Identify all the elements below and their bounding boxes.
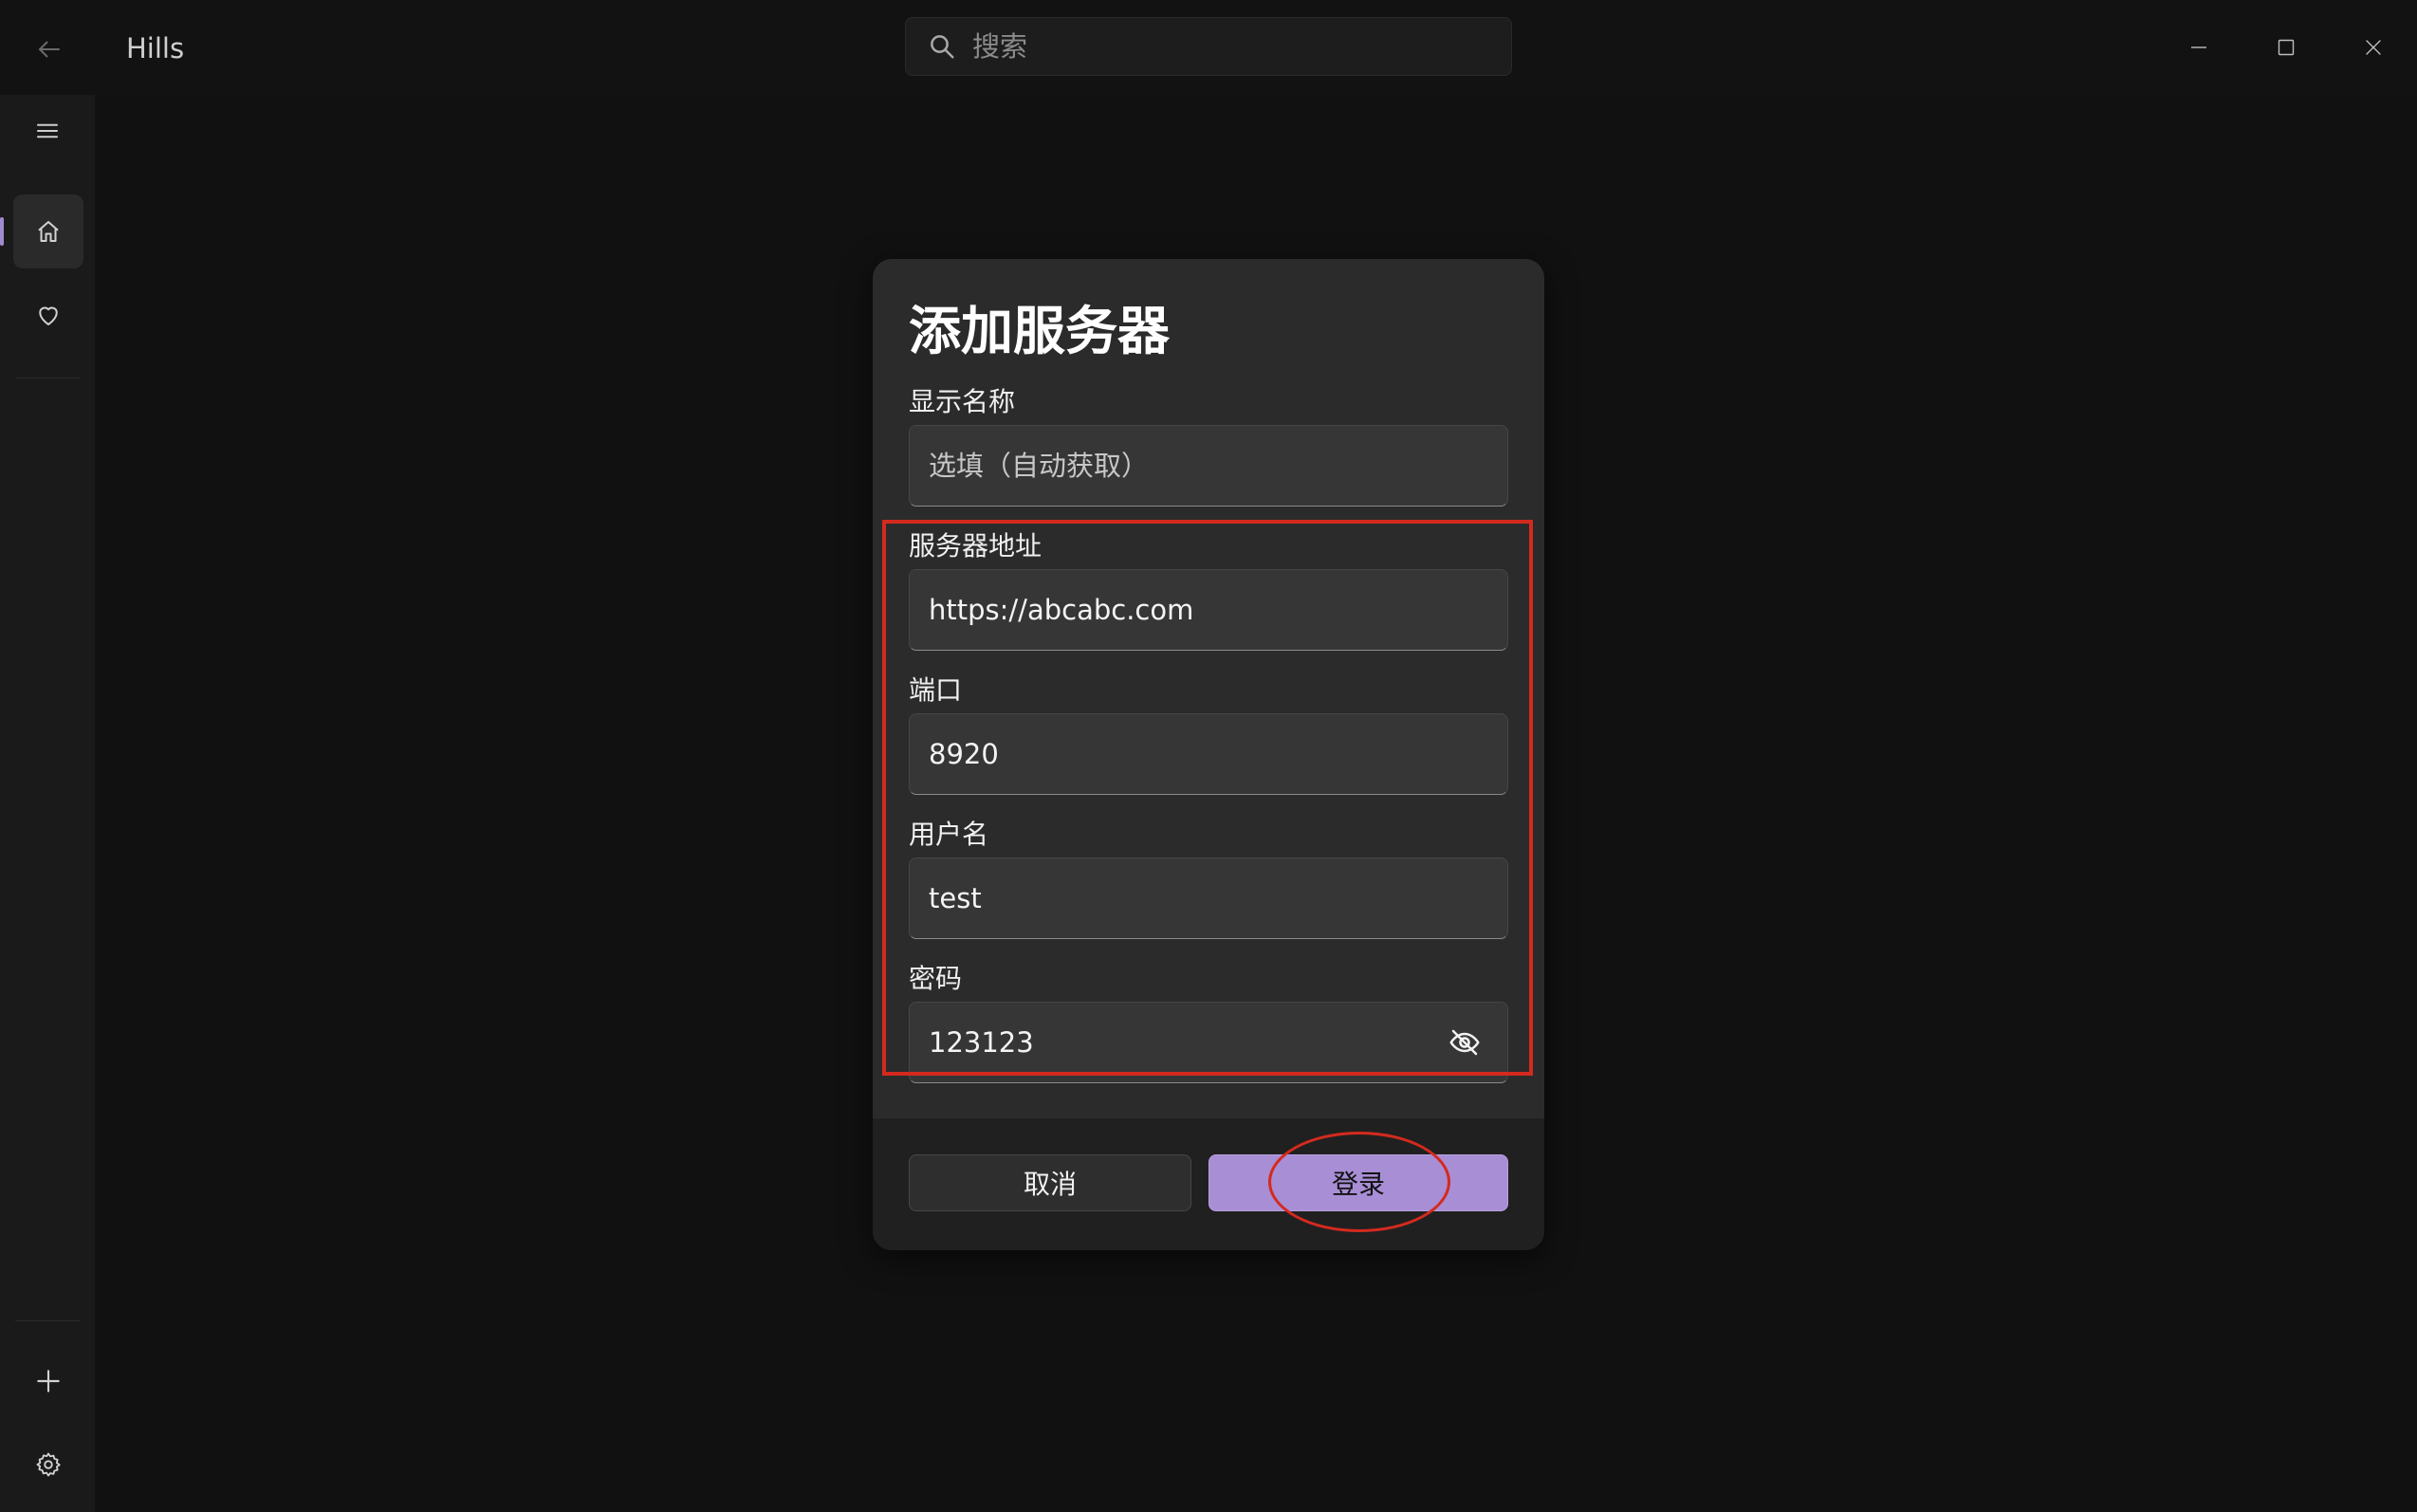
eye-off-icon — [1448, 1025, 1482, 1060]
back-button[interactable] — [28, 28, 70, 70]
port-label: 端口 — [909, 674, 963, 706]
password-visibility-toggle[interactable] — [1431, 1009, 1498, 1076]
plus-icon — [33, 1366, 64, 1396]
app-window: Hills 搜索 添加服务器 显示名称 选填（自动获取） 服务器地址 https… — [0, 0, 2417, 1512]
hamburger-icon — [33, 117, 62, 145]
cancel-button[interactable]: 取消 — [909, 1154, 1191, 1211]
search-box[interactable] — [905, 17, 1512, 76]
port-field[interactable] — [909, 713, 1508, 795]
dialog-title: 添加服务器 — [909, 301, 1171, 361]
password-input[interactable] — [927, 1019, 1431, 1066]
search-icon — [923, 28, 961, 65]
heart-icon — [34, 301, 63, 329]
username-field[interactable] — [909, 857, 1508, 939]
display-name-field[interactable] — [909, 425, 1508, 507]
server-address-field[interactable] — [909, 569, 1508, 651]
nav-item-home[interactable] — [13, 194, 83, 268]
search-input[interactable] — [970, 25, 1511, 68]
add-server-button[interactable] — [13, 1344, 83, 1418]
title-bar: Hills — [0, 0, 2417, 95]
dialog-footer: 取消 登录 — [873, 1118, 1544, 1250]
minimize-icon — [2187, 36, 2210, 59]
navigation-rail — [0, 95, 96, 1512]
app-title: Hills — [126, 32, 185, 65]
maximize-button[interactable] — [2242, 0, 2330, 95]
username-label: 用户名 — [909, 819, 989, 850]
arrow-left-icon — [35, 35, 64, 64]
login-button[interactable]: 登录 — [1208, 1154, 1508, 1211]
nav-divider — [15, 1320, 80, 1321]
display-name-input[interactable] — [927, 442, 1507, 489]
window-controls — [2155, 0, 2417, 95]
menu-button[interactable] — [23, 106, 72, 156]
username-input[interactable] — [927, 875, 1507, 922]
close-icon — [2362, 36, 2385, 59]
display-name-label: 显示名称 — [909, 386, 1016, 417]
nav-item-favorites[interactable] — [13, 278, 83, 352]
home-icon — [34, 217, 63, 246]
server-address-label: 服务器地址 — [909, 530, 1042, 562]
password-field[interactable] — [909, 1002, 1508, 1083]
gear-icon — [34, 1450, 63, 1479]
port-input[interactable] — [927, 730, 1507, 778]
close-button[interactable] — [2330, 0, 2417, 95]
settings-button[interactable] — [13, 1428, 83, 1502]
server-address-input[interactable] — [927, 586, 1507, 634]
maximize-icon — [2275, 36, 2297, 59]
active-nav-indicator — [0, 217, 4, 246]
password-label: 密码 — [909, 963, 963, 994]
add-server-dialog: 添加服务器 显示名称 服务器地址 端口 用户名 密码 — [873, 259, 1544, 1250]
minimize-button[interactable] — [2155, 0, 2242, 95]
